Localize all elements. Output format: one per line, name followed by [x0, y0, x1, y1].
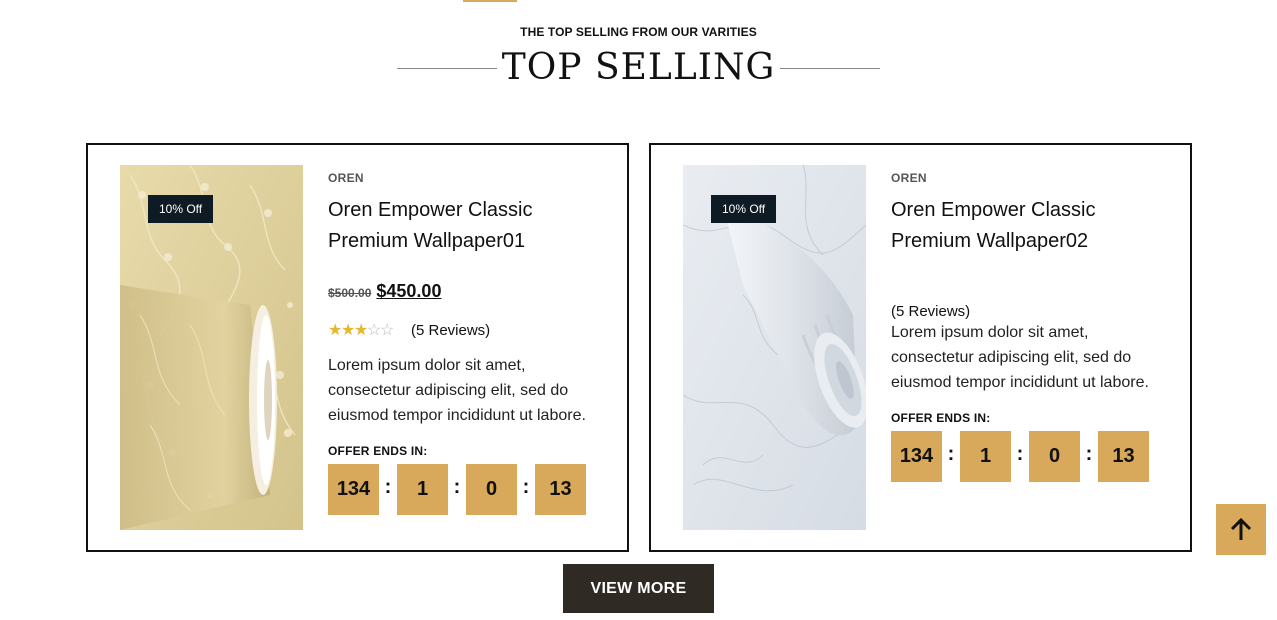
- title-divider-right: [780, 68, 880, 69]
- reviews-count[interactable]: (5 Reviews): [891, 303, 970, 320]
- arrow-up-icon: [1230, 517, 1252, 540]
- timer-separator: :: [522, 476, 530, 498]
- product-card-2[interactable]: 10% Off OREN Oren Empower Classic Premiu…: [649, 143, 1192, 552]
- timer-hours: 1: [960, 431, 1011, 482]
- countdown-timer: 134 : 1 : 0 : 13: [328, 464, 608, 515]
- timer-minutes: 0: [466, 464, 517, 515]
- product-card-1[interactable]: 10% Off OREN Oren Empower Classic Premiu…: [86, 143, 629, 552]
- discount-badge: 10% Off: [148, 195, 214, 223]
- timer-separator: :: [1016, 443, 1024, 465]
- back-to-top-button[interactable]: [1216, 504, 1266, 555]
- section-title: TOP SELLING: [501, 47, 776, 88]
- star-filled-icon: ★: [328, 321, 343, 339]
- star-filled-icon: ★: [354, 321, 369, 339]
- price-row: $500.00 $450.00: [328, 281, 608, 302]
- timer-seconds: 13: [535, 464, 586, 515]
- timer-days: 134: [891, 431, 942, 482]
- timer-separator: :: [1085, 443, 1093, 465]
- star-empty-icon: ☆: [380, 321, 395, 339]
- product-image-2[interactable]: 10% Off: [683, 165, 866, 530]
- rating-row: (5 Reviews): [891, 303, 1171, 320]
- timer-seconds: 13: [1098, 431, 1149, 482]
- timer-separator: :: [384, 476, 392, 498]
- timer-days: 134: [328, 464, 379, 515]
- product-brand: OREN: [328, 171, 364, 185]
- star-empty-icon: ☆: [367, 321, 382, 339]
- star-rating: ★ ★ ★ ☆ ☆: [328, 321, 395, 339]
- timer-minutes: 0: [1029, 431, 1080, 482]
- timer-separator: :: [947, 443, 955, 465]
- product-description: Lorem ipsum dolor sit amet, consectetur …: [891, 324, 1149, 391]
- offer-label: OFFER ENDS IN:: [328, 444, 428, 458]
- view-more-button[interactable]: VIEW MORE: [563, 564, 714, 613]
- timer-hours: 1: [397, 464, 448, 515]
- top-accent-bar: [463, 0, 517, 2]
- product-image-1[interactable]: 10% Off: [120, 165, 303, 530]
- product-brand: OREN: [891, 171, 927, 185]
- star-filled-icon: ★: [341, 321, 356, 339]
- old-price: $500.00: [328, 286, 372, 300]
- rating-row: ★ ★ ★ ☆ ☆ (5 Reviews): [328, 322, 608, 339]
- countdown-timer: 134 : 1 : 0 : 13: [891, 431, 1171, 482]
- offer-label: OFFER ENDS IN:: [891, 411, 991, 425]
- product-name[interactable]: Oren Empower Classic Premium Wallpaper02: [891, 195, 1171, 257]
- product-name[interactable]: Oren Empower Classic Premium Wallpaper01: [328, 195, 608, 257]
- reviews-count[interactable]: (5 Reviews): [411, 322, 490, 339]
- current-price: $450.00: [376, 281, 442, 301]
- section-subtitle: THE TOP SELLING FROM OUR VARITIES: [520, 25, 757, 39]
- discount-badge: 10% Off: [711, 195, 777, 223]
- product-description: Lorem ipsum dolor sit amet, consectetur …: [328, 357, 586, 424]
- product-info-1: OREN Oren Empower Classic Premium Wallpa…: [328, 171, 608, 515]
- timer-separator: :: [453, 476, 461, 498]
- product-info-2: OREN Oren Empower Classic Premium Wallpa…: [891, 171, 1171, 482]
